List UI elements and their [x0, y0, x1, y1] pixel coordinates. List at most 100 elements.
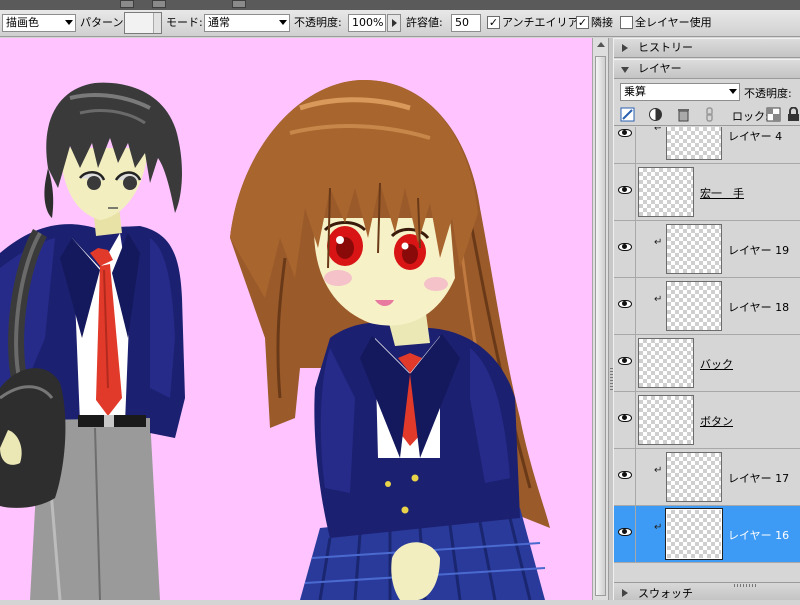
mode-select[interactable]: 通常 [204, 14, 290, 32]
layer-thumbnail[interactable] [666, 452, 722, 502]
layer-thumbnail[interactable] [638, 395, 694, 445]
eye-icon [618, 186, 632, 194]
scroll-up-icon[interactable] [597, 42, 605, 47]
layer-thumbnail[interactable] [665, 508, 723, 560]
layer-name[interactable]: レイヤー 18 [728, 299, 789, 315]
scrollbar-thumb[interactable] [595, 56, 606, 596]
opacity-slider-button[interactable] [387, 14, 401, 32]
layer-name[interactable]: ボタン [700, 413, 733, 429]
swatches-panel-header[interactable]: スウォッチ [614, 582, 800, 600]
layer-row[interactable]: ↵ レイヤー 17 [614, 449, 800, 506]
visibility-toggle[interactable] [614, 127, 636, 163]
layer-row[interactable]: ↵ レイヤー 18 [614, 278, 800, 335]
layer-opacity-label: 不透明度: [744, 87, 792, 100]
clipping-mask-icon: ↵ [654, 465, 663, 476]
layer-row[interactable]: ボタン [614, 392, 800, 449]
chevron-down-icon [729, 89, 737, 94]
layer-name[interactable]: レイヤー 16 [728, 527, 789, 543]
clipping-mask-icon: ↵ [654, 522, 663, 533]
clipping-mask-icon: ↵ [654, 127, 663, 134]
splitter-grip-icon[interactable] [610, 368, 613, 392]
history-panel-header[interactable]: ヒストリー [614, 38, 800, 58]
layer-name[interactable]: レイヤー 19 [728, 242, 789, 258]
trash-icon[interactable] [676, 107, 691, 122]
layer-row[interactable]: ↵ レイヤー 19 [614, 221, 800, 278]
all-layers-checkbox[interactable] [620, 16, 633, 29]
clipping-mask-icon: ↵ [654, 294, 663, 305]
tolerance-input[interactable]: 50 [451, 14, 481, 32]
pattern-label: パターン: [80, 16, 128, 29]
chevron-down-icon [65, 20, 73, 25]
swatches-tab-label: スウォッチ [638, 587, 693, 600]
visibility-toggle[interactable] [614, 164, 636, 220]
pattern-picker[interactable] [124, 12, 162, 34]
opacity-input[interactable]: 100% [348, 14, 386, 32]
palette-panel: ヒストリー レイヤー 乗算 不透明度: ロック: ↵ レイヤー 4 宏一 手 ↵… [614, 38, 800, 600]
layer-thumbnail[interactable] [638, 338, 694, 388]
adjustment-layer-icon[interactable] [648, 107, 663, 122]
blend-mode-select[interactable]: 乗算 [620, 83, 740, 101]
layer-row[interactable]: ↵ レイヤー 16 [614, 506, 800, 563]
layer-row[interactable]: 宏一 手 [614, 164, 800, 221]
layers-panel-header[interactable]: レイヤー [614, 59, 800, 79]
collapse-triangle-icon [621, 67, 629, 73]
chevron-down-icon [279, 20, 287, 25]
resize-grip-icon[interactable] [734, 584, 758, 587]
canvas-vertical-scrollbar[interactable] [592, 38, 608, 600]
layer-thumbnail[interactable] [666, 127, 722, 160]
tool-button[interactable] [120, 0, 134, 8]
blend-mode-value: 乗算 [624, 85, 646, 98]
eye-icon [618, 414, 632, 422]
antialias-checkbox[interactable]: ✓ [487, 16, 500, 29]
visibility-toggle[interactable] [614, 506, 636, 562]
layers-list: ↵ レイヤー 4 宏一 手 ↵ レイヤー 19 ↵ レイヤー 18 バックボタン ↵ レイヤー 1… [614, 127, 800, 582]
eye-icon [618, 528, 632, 536]
clipping-mask-icon: ↵ [654, 237, 663, 248]
lock-icon[interactable] [786, 107, 800, 122]
layer-name[interactable]: バック [700, 356, 733, 372]
layer-thumbnail[interactable] [638, 167, 694, 217]
new-layer-icon[interactable] [620, 107, 635, 122]
visibility-toggle[interactable] [614, 449, 636, 505]
link-icon[interactable] [702, 107, 717, 122]
layer-thumbnail[interactable] [666, 281, 722, 331]
layers-tab-label: レイヤー [638, 62, 682, 75]
expand-triangle-icon [622, 589, 628, 597]
all-layers-label: 全レイヤー使用 [635, 16, 712, 29]
visibility-toggle[interactable] [614, 335, 636, 391]
opacity-label: 不透明度: [294, 16, 342, 29]
artwork [0, 79, 550, 600]
eye-icon [618, 243, 632, 251]
top-toolbar-strip [0, 0, 800, 10]
contiguous-checkbox[interactable]: ✓ [576, 16, 589, 29]
history-tab-label: ヒストリー [638, 41, 693, 54]
visibility-toggle[interactable] [614, 221, 636, 277]
eye-icon [618, 471, 632, 479]
tool-button[interactable] [152, 0, 166, 8]
contiguous-label: 隣接 [591, 16, 613, 29]
visibility-toggle[interactable] [614, 278, 636, 334]
layer-row[interactable]: バック [614, 335, 800, 392]
layer-tools-row: ロック: [614, 104, 800, 126]
layer-name[interactable]: レイヤー 4 [728, 128, 782, 144]
layer-name[interactable]: 宏一 手 [700, 185, 744, 201]
layer-name[interactable]: レイヤー 17 [728, 470, 789, 486]
layer-row[interactable]: ↵ レイヤー 4 [614, 127, 800, 164]
fill-source-select[interactable]: 描画色 [2, 14, 76, 32]
eye-icon [618, 129, 632, 137]
tolerance-label: 許容値: [406, 16, 443, 29]
fill-source-value: 描画色 [6, 16, 39, 29]
chevron-down-icon[interactable] [153, 13, 161, 33]
mode-value: 通常 [208, 16, 230, 29]
tool-button[interactable] [232, 0, 246, 8]
eye-icon [618, 357, 632, 365]
eye-icon [618, 300, 632, 308]
layer-thumbnail[interactable] [666, 224, 722, 274]
document-canvas[interactable] [0, 38, 592, 600]
expand-triangle-icon [622, 44, 628, 52]
lock-transparency-icon[interactable] [766, 107, 781, 122]
visibility-toggle[interactable] [614, 392, 636, 448]
tool-options-bar: 描画色 パターン: モード: 通常 不透明度: 100% 許容値: 50 ✓ ア… [0, 10, 800, 37]
mode-label: モード: [166, 16, 203, 29]
lock-label: ロック: [732, 110, 769, 123]
